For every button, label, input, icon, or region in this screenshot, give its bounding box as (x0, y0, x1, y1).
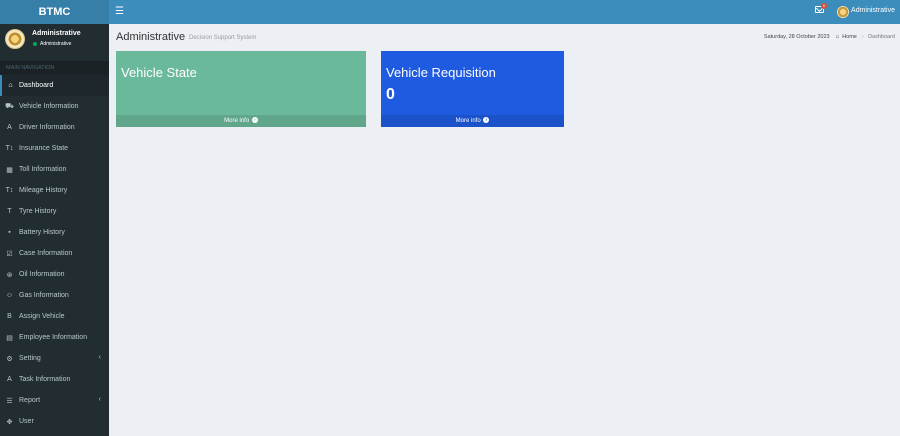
sidebar-item-label: Tyre History (19, 208, 57, 215)
text-height-icon: T↕ (5, 145, 14, 152)
sidebar-item-mileage-history[interactable]: T↕ Mileage History (0, 180, 109, 201)
sidebar-item-label: Dashboard (19, 82, 54, 89)
bold-icon: B (7, 313, 12, 320)
sidebar-item-label: Gas Information (19, 292, 69, 299)
sidebar-item-label: Task Information (19, 376, 71, 383)
sidebar-item-label: Insurance State (19, 145, 69, 152)
th-icon: ▦ (6, 166, 13, 174)
sidebar-item-setting[interactable]: ⚙ Setting ‹ (0, 348, 109, 369)
mail-count-badge: 0 (821, 3, 827, 9)
sidebar-item-toll-information[interactable]: ▦ Toll Information (0, 159, 109, 180)
arrow-circle-right-icon: › (251, 117, 258, 124)
sidebar-item-label: Case Information (19, 250, 73, 257)
sidebar-item-task-information[interactable]: A Task Information (0, 369, 109, 390)
smile-icon: ☺ (5, 292, 14, 299)
gear-icon: ⚙ (6, 355, 13, 363)
sidebar-menu: ⌂ Dashboard ⛟ Vehicle Information A Driver In… (0, 75, 109, 432)
sidebar-item-label: Report (19, 397, 41, 404)
sidebar-item-tyre-history[interactable]: T Tyre History (0, 201, 109, 222)
car-icon: ⛟ (5, 103, 14, 110)
sidebar-item-oil-information[interactable]: ⊛ Oil Information (0, 264, 109, 285)
sidebar-item-assign-vehicle[interactable]: B Assign Vehicle (0, 306, 109, 327)
sidebar-item-label: Mileage History (19, 187, 68, 194)
sidebar: Administrative Administrative MAIN NAVIG… (0, 24, 109, 436)
sidebar-item-user[interactable]: ✥ User (0, 411, 109, 432)
sidebar-user-status: Administrative (40, 41, 72, 47)
sidebar-user-name: Administrative (32, 30, 81, 37)
sidebar-item-label: Setting (19, 355, 41, 362)
sidebar-item-dashboard[interactable]: ⌂ Dashboard (0, 75, 109, 96)
font-icon: A (7, 376, 12, 383)
user-avatar (5, 29, 25, 49)
sidebar-item-label: Battery History (19, 229, 65, 236)
vehicle-requisition-box: Vehicle Requisition 0 More info › (381, 51, 564, 127)
box-count: 0 (386, 86, 395, 103)
check-square-icon: ☑ (6, 250, 13, 258)
user-menu[interactable]: Administrative (851, 7, 895, 14)
sidebar-item-label: Vehicle Information (19, 103, 79, 110)
page-title: Administrative (116, 31, 186, 43)
user-panel: Administrative Administrative (0, 24, 109, 59)
list-alt-icon: ☰ (6, 397, 13, 405)
nav-header: MAIN NAVIGATION (0, 61, 109, 75)
sidebar-item-driver-information[interactable]: A Driver Information (0, 117, 109, 138)
text-width-icon: T (7, 208, 12, 215)
sidebar-item-label: Driver Information (19, 124, 75, 131)
more-info-label: More info (455, 118, 481, 124)
sidebar-item-label: Assign Vehicle (19, 313, 65, 320)
box-title: Vehicle State (121, 65, 197, 80)
text-height-icon: T↕ (5, 187, 14, 194)
box-title: Vehicle Requisition (386, 65, 496, 80)
breadcrumb-home[interactable]: Home (842, 34, 857, 40)
user-avatar[interactable] (837, 6, 849, 18)
table-icon: ▤ (6, 334, 13, 342)
life-ring-icon: ⊛ (6, 271, 13, 279)
arrows-icon: ✥ (6, 418, 13, 426)
arrow-circle-right-icon: › (483, 117, 490, 124)
home-icon: ⌂ (8, 82, 13, 89)
vehicle-state-box: Vehicle State More info › (116, 51, 366, 127)
home-icon: ⌂ (835, 34, 840, 40)
breadcrumb-separator: > (860, 34, 865, 40)
page-subtitle: Decision Support System (189, 35, 257, 41)
breadcrumb-current: Dashboard (868, 34, 895, 40)
sidebar-item-label: Oil Information (19, 271, 65, 278)
menu-toggle-icon[interactable]: ☰ (115, 6, 124, 18)
sidebar-item-insurance-state[interactable]: T↕ Insurance State (0, 138, 109, 159)
sidebar-item-label: User (19, 418, 34, 425)
sidebar-item-report[interactable]: ☰ Report ‹ (0, 390, 109, 411)
current-date: Saturday, 28 October 2023 (763, 34, 830, 40)
driver-icon: A (7, 124, 12, 131)
th-large-icon: ▪ (8, 229, 11, 236)
chevron-left-icon: ‹ (98, 354, 101, 361)
sidebar-item-gas-information[interactable]: ☺ Gas Information (0, 285, 109, 306)
sidebar-item-vehicle-information[interactable]: ⛟ Vehicle Information (0, 96, 109, 117)
more-info-label: More info (224, 118, 250, 124)
app-logo[interactable]: BTMC (0, 0, 109, 24)
online-status-icon (33, 42, 37, 46)
more-info-link[interactable]: More info › (381, 115, 564, 127)
sidebar-item-battery-history[interactable]: ▪ Battery History (0, 222, 109, 243)
chevron-left-icon: ‹ (98, 396, 101, 403)
sidebar-item-employee-information[interactable]: ▤ Employee Information (0, 327, 109, 348)
sidebar-item-label: Toll Information (19, 166, 67, 173)
sidebar-item-case-information[interactable]: ☑ Case Information (0, 243, 109, 264)
top-navbar: ☰ 0 Administrative (109, 0, 900, 24)
more-info-link[interactable]: More info › (116, 115, 366, 127)
sidebar-item-label: Employee Information (19, 334, 88, 341)
breadcrumb: Saturday, 28 October 2023 ⌂ Home > Dashb… (764, 34, 895, 40)
